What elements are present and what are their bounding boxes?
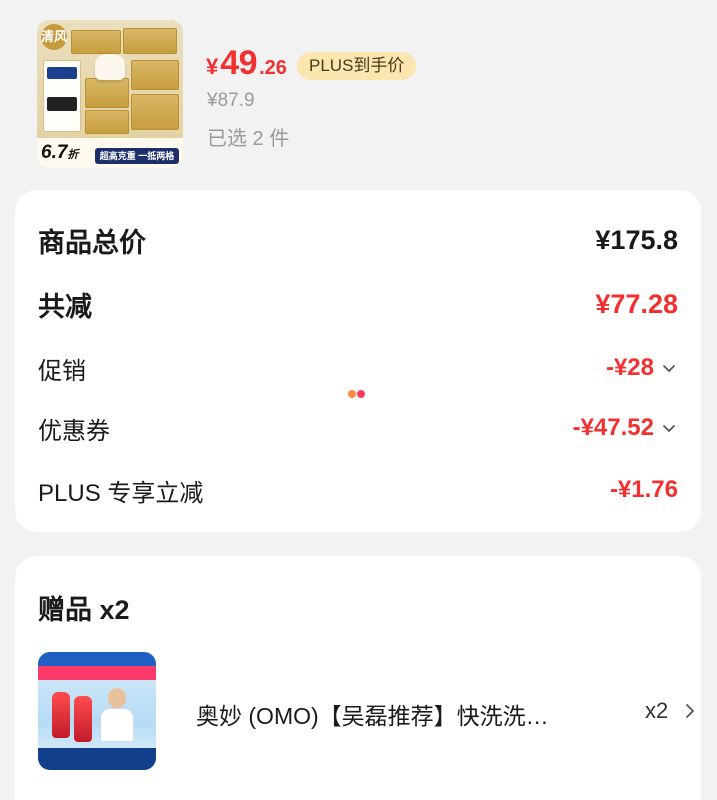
total-discount-row: 共减 ¥77.28 [38, 284, 678, 324]
total-price-value: ¥175.8 [595, 224, 678, 255]
chevron-down-icon[interactable] [660, 419, 678, 437]
gift-banner-secondary [38, 666, 156, 680]
loading-dot [357, 390, 365, 398]
gift-image[interactable] [38, 652, 156, 770]
coupon-row[interactable]: 优惠券 -¥47.52 [38, 408, 678, 448]
thumb-slogan: 超高克重 一抵两格 [95, 148, 179, 164]
promotion-row[interactable]: 促销 -¥28 [38, 348, 678, 388]
original-price: ¥87.9 [207, 90, 255, 111]
promotion-value: -¥28 [605, 354, 654, 381]
detergent-bottle-image [74, 696, 92, 742]
tissue-sheet-image [95, 54, 125, 80]
total-discount-label: 共减 [38, 291, 92, 322]
total-discount-value: ¥77.28 [595, 288, 678, 319]
price-decimal: .26 [259, 57, 287, 79]
product-image[interactable]: 清风 6.7折 超高克重 一抵两格 [37, 20, 183, 168]
product-header: 清风 6.7折 超高克重 一抵两格 ¥ 49 .26 PLUS到手价 ¥87.9… [0, 0, 717, 188]
brand-logo: 清风 [41, 24, 67, 50]
loading-dot [348, 390, 356, 398]
person-image-body [100, 708, 134, 742]
plus-price: ¥ 49 .26 [206, 44, 287, 84]
tissue-box-image [85, 78, 129, 108]
coupon-label: 优惠券 [38, 417, 110, 445]
total-price-label: 商品总价 [38, 227, 146, 258]
detergent-bottle-image [52, 692, 70, 738]
gift-card: 赠品 x2 奥妙 (OMO)【吴磊推荐】快洗洗… x2 [15, 556, 701, 800]
plus-discount-row: PLUS 专享立减 -¥1.76 [38, 470, 678, 510]
tissue-box-image [85, 110, 129, 134]
chevron-right-icon[interactable] [682, 702, 698, 720]
price-integer: 49 [220, 44, 258, 82]
gift-banner [38, 652, 156, 666]
tissue-box-image [131, 94, 179, 130]
chevron-down-icon[interactable] [660, 359, 678, 377]
price-currency: ¥ [206, 54, 219, 79]
promotion-value-group[interactable]: -¥28 [606, 354, 678, 382]
total-price-row: 商品总价 ¥175.8 [38, 220, 678, 260]
capacity-card-image [43, 60, 81, 132]
plus-discount-label: PLUS 专享立减 [38, 479, 204, 507]
price-summary-card: 商品总价 ¥175.8 共减 ¥77.28 促销 -¥28 优惠券 -¥47.5… [15, 190, 701, 532]
coupon-value: -¥47.52 [572, 414, 654, 441]
gift-product-name[interactable]: 奥妙 (OMO)【吴磊推荐】快洗洗… [196, 697, 606, 731]
tissue-box-image [131, 60, 179, 90]
loading-dots-icon [348, 386, 370, 402]
tissue-box-image [123, 28, 177, 54]
coupon-value-group[interactable]: -¥47.52 [573, 414, 678, 442]
tissue-box-image [71, 30, 121, 54]
gift-title: 赠品 x2 [38, 595, 130, 625]
selected-count: 已选 2 件 [207, 128, 290, 150]
plus-price-badge: PLUS到手价 [297, 52, 417, 80]
person-image-head [108, 688, 126, 708]
promotion-label: 促销 [38, 357, 86, 385]
gift-quantity: x2 [645, 698, 669, 723]
plus-discount-value: -¥1.76 [609, 476, 678, 503]
gift-image-footer [38, 748, 156, 770]
thumb-discount: 6.7折 [41, 142, 79, 163]
